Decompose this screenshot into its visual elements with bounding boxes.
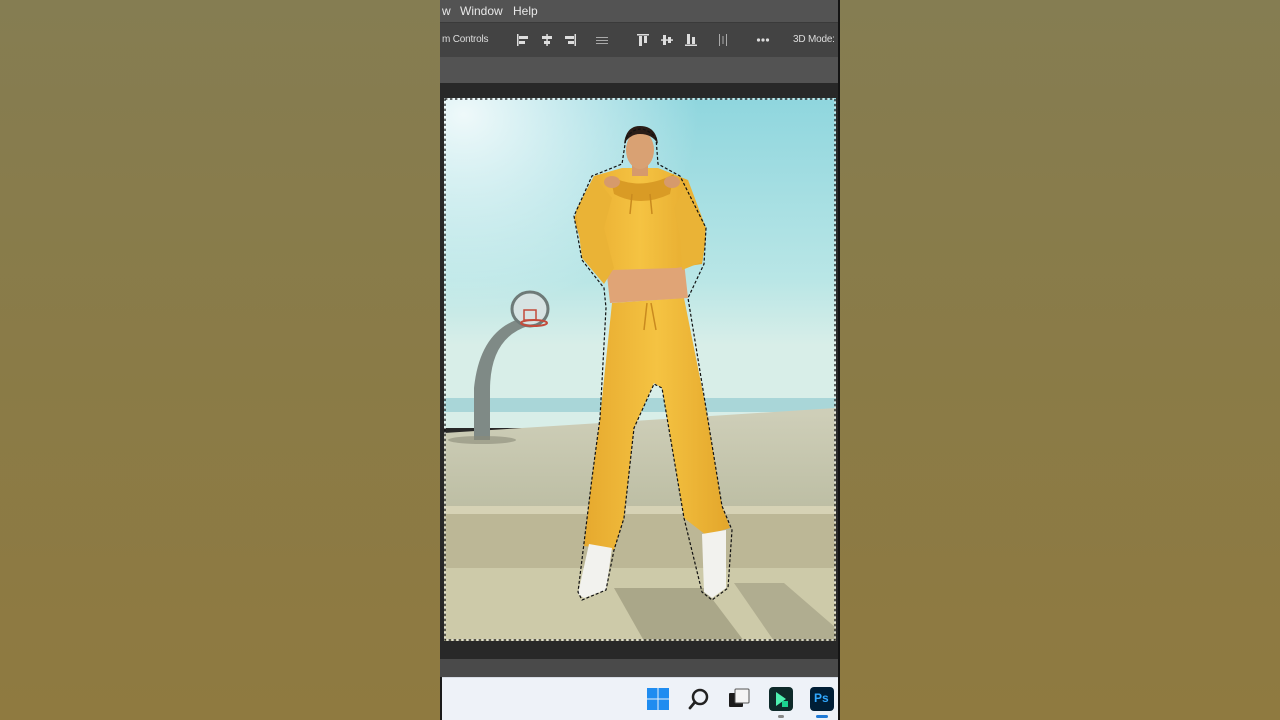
document-tab-strip — [440, 57, 838, 83]
menu-item-window[interactable]: Window — [460, 4, 503, 18]
menu-bar: w Window Help — [440, 0, 838, 22]
align-horizontal-centers-icon[interactable] — [540, 33, 554, 47]
filmora-icon[interactable] — [768, 686, 794, 712]
document-canvas[interactable] — [444, 98, 836, 641]
align-left-edges-icon[interactable] — [516, 33, 530, 47]
align-top-edges-icon[interactable] — [636, 33, 650, 47]
search-icon[interactable] — [686, 686, 712, 712]
task-view-icon[interactable] — [726, 686, 752, 712]
left-background-blur — [0, 0, 440, 720]
photoshop-icon[interactable]: Ps — [809, 686, 835, 712]
align-right-edges-icon[interactable] — [563, 33, 577, 47]
menu-item-help[interactable]: Help — [513, 4, 538, 18]
status-bar — [440, 659, 838, 677]
more-options-icon[interactable] — [756, 33, 770, 47]
distribute-vertical-icon[interactable] — [595, 33, 609, 47]
align-vertical-centers-icon[interactable] — [660, 33, 674, 47]
frame-right-edge — [838, 0, 840, 720]
vertical-video-frame: w Window Help m Controls 3D Mode: Ps — [440, 0, 840, 720]
right-background-blur — [840, 0, 1280, 720]
3d-mode-label: 3D Mode: — [793, 34, 835, 45]
show-transform-controls-label[interactable]: m Controls — [442, 34, 489, 45]
running-app-indicator — [778, 715, 784, 718]
active-app-indicator — [816, 715, 828, 718]
windows-taskbar: Ps — [442, 677, 838, 720]
options-bar: m Controls 3D Mode: — [440, 22, 838, 57]
photoshop-icon-label: Ps — [814, 691, 829, 705]
distribute-horizontal-icon[interactable] — [716, 33, 730, 47]
align-bottom-edges-icon[interactable] — [684, 33, 698, 47]
windows-start-icon[interactable] — [645, 686, 671, 712]
menu-item-view[interactable]: w — [442, 4, 451, 18]
